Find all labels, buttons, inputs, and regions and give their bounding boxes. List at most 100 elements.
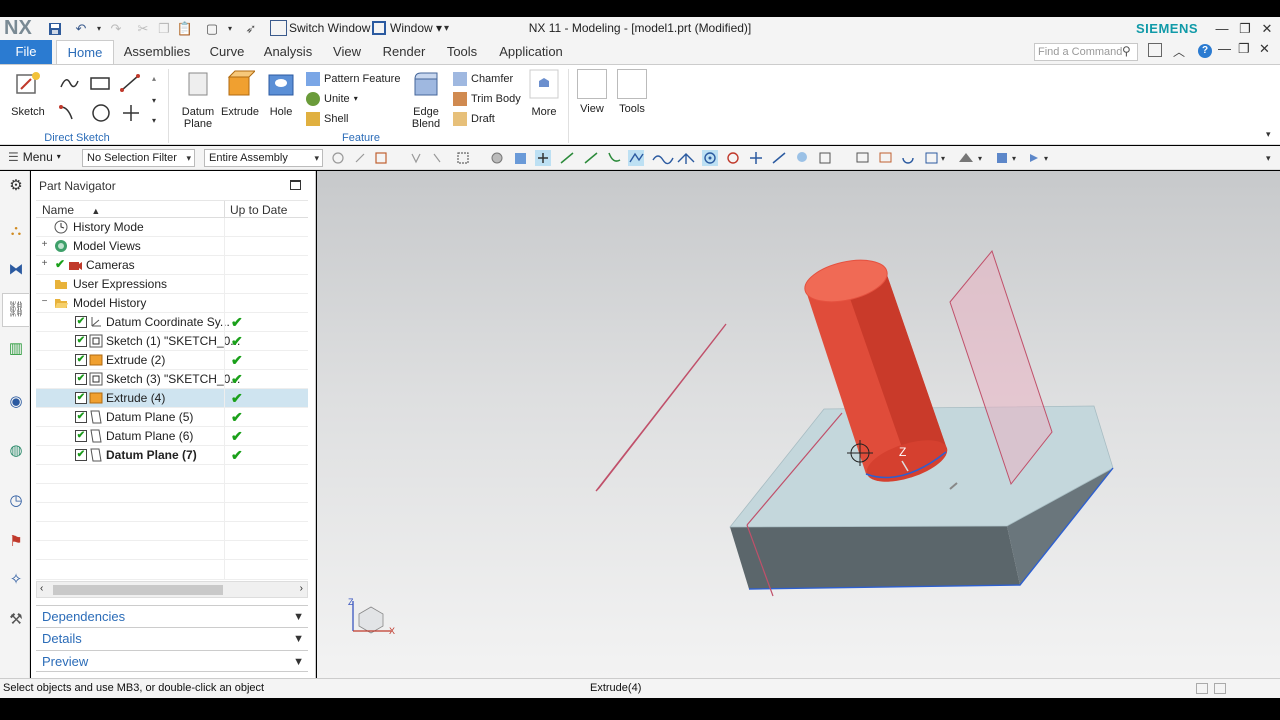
datum-plane-button[interactable]: Datum Plane [174,69,222,131]
menu-button[interactable]: ☰ Menu ▾ [8,150,61,164]
close-button[interactable]: ✕ [1256,17,1278,40]
part-minimize-button[interactable]: — [1218,41,1231,56]
tree-row-extrude-4[interactable]: ✔ Extrude (4) ✔ [36,389,308,408]
hd3d-tools-icon[interactable]: ◉ [5,391,27,413]
tab-assemblies[interactable]: Assemblies [120,40,194,64]
visibility-checkbox[interactable]: ✔ [75,354,87,366]
tab-tools[interactable]: Tools [441,40,483,64]
switch-window-icon[interactable] [270,20,287,36]
window-dropdown-icon[interactable]: ▾ [221,20,239,37]
visibility-checkbox[interactable]: ✔ [75,411,87,423]
tree-row-datum-plane-5[interactable]: ✔ Datum Plane (5) ✔ [36,408,308,427]
tab-file[interactable]: File [0,40,52,64]
tree-row-cameras[interactable]: + ✔ Cameras [36,256,308,275]
new-window-icon[interactable]: ▢ [203,20,221,37]
unite-button[interactable]: Unite ▾ [306,89,358,108]
tab-analysis[interactable]: Analysis [260,40,316,64]
help-icon[interactable]: ? [1198,44,1212,58]
more-button[interactable]: More [520,69,568,131]
visibility-checkbox[interactable]: ✔ [75,316,87,328]
hole-button[interactable]: Hole [257,69,305,131]
trim-body-button[interactable]: Trim Body [453,89,521,108]
tools-button[interactable]: Tools [608,69,656,131]
window-menu[interactable]: Window ▾ [390,17,442,40]
preview-panel-header[interactable]: Preview ▼ [36,650,308,672]
selection-bar-expand-icon[interactable]: ▾ [1266,153,1271,164]
reuse-library-icon[interactable]: ▥ [5,338,27,360]
tab-view[interactable]: View [327,40,367,64]
copy-icon[interactable]: ❐ [155,20,173,37]
undo-icon[interactable]: ↶ [72,20,90,37]
part-navigator-tab[interactable]: ⛓ [2,293,29,327]
selection-scope-dropdown[interactable]: Entire Assembly ▾ [204,149,323,167]
tab-home[interactable]: Home [56,40,114,64]
maximize-panel-icon[interactable] [290,180,301,190]
restore-button[interactable]: ❐ [1234,17,1256,40]
customize-qat-icon[interactable]: ▾ [444,17,449,40]
tab-render[interactable]: Render [377,40,431,64]
roles-icon[interactable]: ⚒ [5,609,27,631]
tree-row-model-views[interactable]: + Model Views [36,237,308,256]
draft-button[interactable]: Draft [453,109,495,128]
manufacturing-wizards-icon[interactable]: ✧ [5,569,27,591]
web-browser-icon[interactable]: ◍ [5,440,27,462]
tree-row-datum-plane-7[interactable]: ✔ Datum Plane (7) ✔ [36,446,308,465]
tree-row-model-history[interactable]: − Model History [36,294,308,313]
selection-toolbar-icons[interactable]: ▾ ▾ ▾ ▾ [330,150,1070,166]
shell-button[interactable]: Shell [306,109,348,128]
switch-window-button[interactable]: Switch Window [289,17,370,40]
cut-icon[interactable]: ✂ [134,20,152,37]
minimize-button[interactable]: — [1211,17,1233,40]
visibility-checkbox[interactable]: ✔ [75,335,87,347]
visibility-checkbox[interactable]: ✔ [75,373,87,385]
tree-row-user-expressions[interactable]: User Expressions [36,275,308,294]
tree-row-history-mode[interactable]: History Mode [36,218,308,237]
settings-gear-icon[interactable]: ⚙ [5,175,27,197]
sketch-button[interactable]: Sketch [4,69,52,131]
pattern-feature-button[interactable]: Pattern Feature [306,69,400,88]
column-header-name[interactable]: Name ▲ [42,203,100,217]
status-layout-icon[interactable] [1214,683,1226,694]
dependencies-panel-header[interactable]: Dependencies ▼ [36,605,308,627]
search-icon[interactable]: ⚲ [1122,44,1131,58]
undo-dropdown-icon[interactable]: ▾ [90,20,108,37]
chamfer-button[interactable]: Chamfer [453,69,513,88]
horizontal-scrollbar[interactable]: ‹ › [36,581,308,598]
status-fullscreen-icon[interactable] [1196,683,1208,694]
redo-icon[interactable]: ↷ [107,20,125,37]
column-header-up-to-date[interactable]: Up to Date [230,203,287,217]
constraint-navigator-icon[interactable]: ⧓ [5,259,27,281]
scroll-left-icon[interactable]: ‹ [40,583,43,594]
selection-filter-dropdown[interactable]: No Selection Filter ▾ [82,149,195,167]
tab-application[interactable]: Application [494,40,568,64]
tree-row-datum-csys[interactable]: ✔ Datum Coordinate Sy... ✔ [36,313,308,332]
tree-row-sketch-3[interactable]: ✔ Sketch (3) "SKETCH_0... ✔ [36,370,308,389]
visibility-checkbox[interactable]: ✔ [75,430,87,442]
scroll-right-icon[interactable]: › [300,583,303,594]
collapse-ribbon-icon[interactable]: ︿ [1173,43,1185,60]
model-scene[interactable]: Z Z X [317,171,1280,678]
ribbon-expand-icon[interactable]: ▾ [1266,129,1271,140]
tree-row-datum-plane-6[interactable]: ✔ Datum Plane (6) ✔ [36,427,308,446]
scrollbar-thumb[interactable] [53,585,223,595]
edge-blend-button[interactable]: Edge Blend [402,69,450,131]
graphics-window[interactable]: Z Z X [317,171,1280,678]
repeat-command-icon[interactable]: ➶ [242,20,260,37]
unite-dropdown-icon[interactable]: ▾ [354,94,358,103]
datum-plane-5[interactable] [595,323,727,492]
expand-icon[interactable]: + [40,258,49,269]
paste-icon[interactable]: 📋 [176,20,194,37]
ribbon-options-icon[interactable] [1148,43,1162,57]
collapse-icon[interactable]: − [40,296,49,307]
tree-row-sketch-1[interactable]: ✔ Sketch (1) "SKETCH_0... ✔ [36,332,308,351]
part-restore-button[interactable]: ❐ [1238,41,1250,57]
part-close-button[interactable]: ✕ [1259,41,1270,57]
visibility-checkbox[interactable]: ✔ [75,392,87,404]
visibility-checkbox[interactable]: ✔ [75,449,87,461]
assembly-navigator-icon[interactable]: ⛬ [5,220,27,242]
details-panel-header[interactable]: Details ▼ [36,627,308,649]
expand-icon[interactable]: + [40,239,49,250]
block-front-face[interactable] [730,526,1020,589]
save-icon[interactable] [46,20,64,37]
process-studio-icon[interactable]: ⚑ [5,531,27,553]
